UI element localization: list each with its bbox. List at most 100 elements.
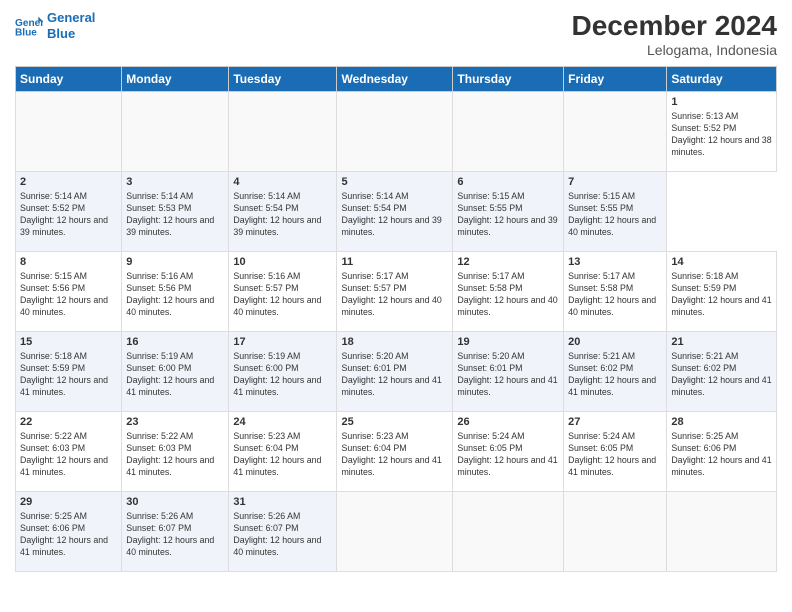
location: Lelogama, Indonesia [572, 42, 777, 58]
day-number: 14 [671, 255, 772, 270]
calendar-cell: 3Sunrise: 5:14 AMSunset: 5:53 PMDaylight… [122, 172, 229, 252]
calendar-cell: 6Sunrise: 5:15 AMSunset: 5:55 PMDaylight… [453, 172, 564, 252]
day-info: Sunrise: 5:21 AMSunset: 6:02 PMDaylight:… [568, 351, 662, 399]
calendar-week-0: 1Sunrise: 5:13 AMSunset: 5:52 PMDaylight… [16, 92, 777, 172]
day-info: Sunrise: 5:26 AMSunset: 6:07 PMDaylight:… [233, 511, 332, 559]
calendar-week-5: 29Sunrise: 5:25 AMSunset: 6:06 PMDayligh… [16, 492, 777, 572]
day-info: Sunrise: 5:14 AMSunset: 5:54 PMDaylight:… [341, 191, 448, 239]
day-number: 22 [20, 415, 117, 430]
day-info: Sunrise: 5:22 AMSunset: 6:03 PMDaylight:… [126, 431, 224, 479]
calendar-cell [16, 92, 122, 172]
calendar-cell: 1Sunrise: 5:13 AMSunset: 5:52 PMDaylight… [667, 92, 777, 172]
calendar-cell [122, 92, 229, 172]
header-row: Sunday Monday Tuesday Wednesday Thursday… [16, 67, 777, 92]
col-sunday: Sunday [16, 67, 122, 92]
col-monday: Monday [122, 67, 229, 92]
calendar-cell [453, 92, 564, 172]
day-info: Sunrise: 5:20 AMSunset: 6:01 PMDaylight:… [341, 351, 448, 399]
day-info: Sunrise: 5:25 AMSunset: 6:06 PMDaylight:… [20, 511, 117, 559]
day-number: 21 [671, 335, 772, 350]
calendar-cell: 5Sunrise: 5:14 AMSunset: 5:54 PMDaylight… [337, 172, 453, 252]
day-number: 2 [20, 175, 117, 190]
day-number: 24 [233, 415, 332, 430]
calendar-cell: 21Sunrise: 5:21 AMSunset: 6:02 PMDayligh… [667, 332, 777, 412]
day-number: 3 [126, 175, 224, 190]
day-number: 13 [568, 255, 662, 270]
calendar-cell [564, 92, 667, 172]
day-info: Sunrise: 5:26 AMSunset: 6:07 PMDaylight:… [126, 511, 224, 559]
calendar-cell: 12Sunrise: 5:17 AMSunset: 5:58 PMDayligh… [453, 252, 564, 332]
calendar-cell: 20Sunrise: 5:21 AMSunset: 6:02 PMDayligh… [564, 332, 667, 412]
calendar-cell: 9Sunrise: 5:16 AMSunset: 5:56 PMDaylight… [122, 252, 229, 332]
day-number: 26 [457, 415, 559, 430]
day-number: 25 [341, 415, 448, 430]
day-number: 27 [568, 415, 662, 430]
day-number: 20 [568, 335, 662, 350]
day-info: Sunrise: 5:17 AMSunset: 5:57 PMDaylight:… [341, 271, 448, 319]
month-title: December 2024 [572, 10, 777, 42]
col-tuesday: Tuesday [229, 67, 337, 92]
day-number: 23 [126, 415, 224, 430]
calendar-cell [337, 492, 453, 572]
calendar-cell: 23Sunrise: 5:22 AMSunset: 6:03 PMDayligh… [122, 412, 229, 492]
col-wednesday: Wednesday [337, 67, 453, 92]
day-info: Sunrise: 5:25 AMSunset: 6:06 PMDaylight:… [671, 431, 772, 479]
calendar-cell [337, 92, 453, 172]
day-info: Sunrise: 5:16 AMSunset: 5:56 PMDaylight:… [126, 271, 224, 319]
day-number: 10 [233, 255, 332, 270]
page-container: General Blue General Blue December 2024 … [0, 0, 792, 582]
col-friday: Friday [564, 67, 667, 92]
calendar-cell: 16Sunrise: 5:19 AMSunset: 6:00 PMDayligh… [122, 332, 229, 412]
day-info: Sunrise: 5:20 AMSunset: 6:01 PMDaylight:… [457, 351, 559, 399]
calendar-cell: 30Sunrise: 5:26 AMSunset: 6:07 PMDayligh… [122, 492, 229, 572]
day-info: Sunrise: 5:19 AMSunset: 6:00 PMDaylight:… [233, 351, 332, 399]
col-saturday: Saturday [667, 67, 777, 92]
day-info: Sunrise: 5:14 AMSunset: 5:54 PMDaylight:… [233, 191, 332, 239]
calendar-week-2: 8Sunrise: 5:15 AMSunset: 5:56 PMDaylight… [16, 252, 777, 332]
day-number: 17 [233, 335, 332, 350]
col-thursday: Thursday [453, 67, 564, 92]
calendar-cell: 8Sunrise: 5:15 AMSunset: 5:56 PMDaylight… [16, 252, 122, 332]
calendar-cell: 13Sunrise: 5:17 AMSunset: 5:58 PMDayligh… [564, 252, 667, 332]
day-info: Sunrise: 5:15 AMSunset: 5:56 PMDaylight:… [20, 271, 117, 319]
day-info: Sunrise: 5:17 AMSunset: 5:58 PMDaylight:… [568, 271, 662, 319]
day-info: Sunrise: 5:22 AMSunset: 6:03 PMDaylight:… [20, 431, 117, 479]
calendar-cell [564, 492, 667, 572]
logo: General Blue General Blue [15, 10, 95, 41]
logo-blue: Blue [47, 26, 75, 41]
day-number: 4 [233, 175, 332, 190]
calendar-cell: 22Sunrise: 5:22 AMSunset: 6:03 PMDayligh… [16, 412, 122, 492]
day-info: Sunrise: 5:23 AMSunset: 6:04 PMDaylight:… [341, 431, 448, 479]
calendar-cell: 7Sunrise: 5:15 AMSunset: 5:55 PMDaylight… [564, 172, 667, 252]
calendar-cell: 27Sunrise: 5:24 AMSunset: 6:05 PMDayligh… [564, 412, 667, 492]
day-info: Sunrise: 5:23 AMSunset: 6:04 PMDaylight:… [233, 431, 332, 479]
day-number: 8 [20, 255, 117, 270]
calendar-cell: 19Sunrise: 5:20 AMSunset: 6:01 PMDayligh… [453, 332, 564, 412]
day-number: 15 [20, 335, 117, 350]
day-info: Sunrise: 5:19 AMSunset: 6:00 PMDaylight:… [126, 351, 224, 399]
day-number: 16 [126, 335, 224, 350]
day-info: Sunrise: 5:18 AMSunset: 5:59 PMDaylight:… [20, 351, 117, 399]
day-number: 7 [568, 175, 662, 190]
day-info: Sunrise: 5:16 AMSunset: 5:57 PMDaylight:… [233, 271, 332, 319]
calendar-body: 1Sunrise: 5:13 AMSunset: 5:52 PMDaylight… [16, 92, 777, 572]
logo-text: General Blue [47, 10, 95, 41]
calendar-week-4: 22Sunrise: 5:22 AMSunset: 6:03 PMDayligh… [16, 412, 777, 492]
day-info: Sunrise: 5:24 AMSunset: 6:05 PMDaylight:… [457, 431, 559, 479]
calendar-cell: 4Sunrise: 5:14 AMSunset: 5:54 PMDaylight… [229, 172, 337, 252]
day-info: Sunrise: 5:15 AMSunset: 5:55 PMDaylight:… [457, 191, 559, 239]
title-block: December 2024 Lelogama, Indonesia [572, 10, 777, 58]
day-number: 11 [341, 255, 448, 270]
day-info: Sunrise: 5:17 AMSunset: 5:58 PMDaylight:… [457, 271, 559, 319]
calendar-cell: 25Sunrise: 5:23 AMSunset: 6:04 PMDayligh… [337, 412, 453, 492]
calendar-cell: 18Sunrise: 5:20 AMSunset: 6:01 PMDayligh… [337, 332, 453, 412]
day-info: Sunrise: 5:13 AMSunset: 5:52 PMDaylight:… [671, 111, 772, 159]
day-number: 9 [126, 255, 224, 270]
calendar-cell: 11Sunrise: 5:17 AMSunset: 5:57 PMDayligh… [337, 252, 453, 332]
day-info: Sunrise: 5:15 AMSunset: 5:55 PMDaylight:… [568, 191, 662, 239]
calendar-cell: 10Sunrise: 5:16 AMSunset: 5:57 PMDayligh… [229, 252, 337, 332]
day-number: 30 [126, 495, 224, 510]
logo-general: General [47, 10, 95, 25]
day-number: 31 [233, 495, 332, 510]
day-number: 6 [457, 175, 559, 190]
